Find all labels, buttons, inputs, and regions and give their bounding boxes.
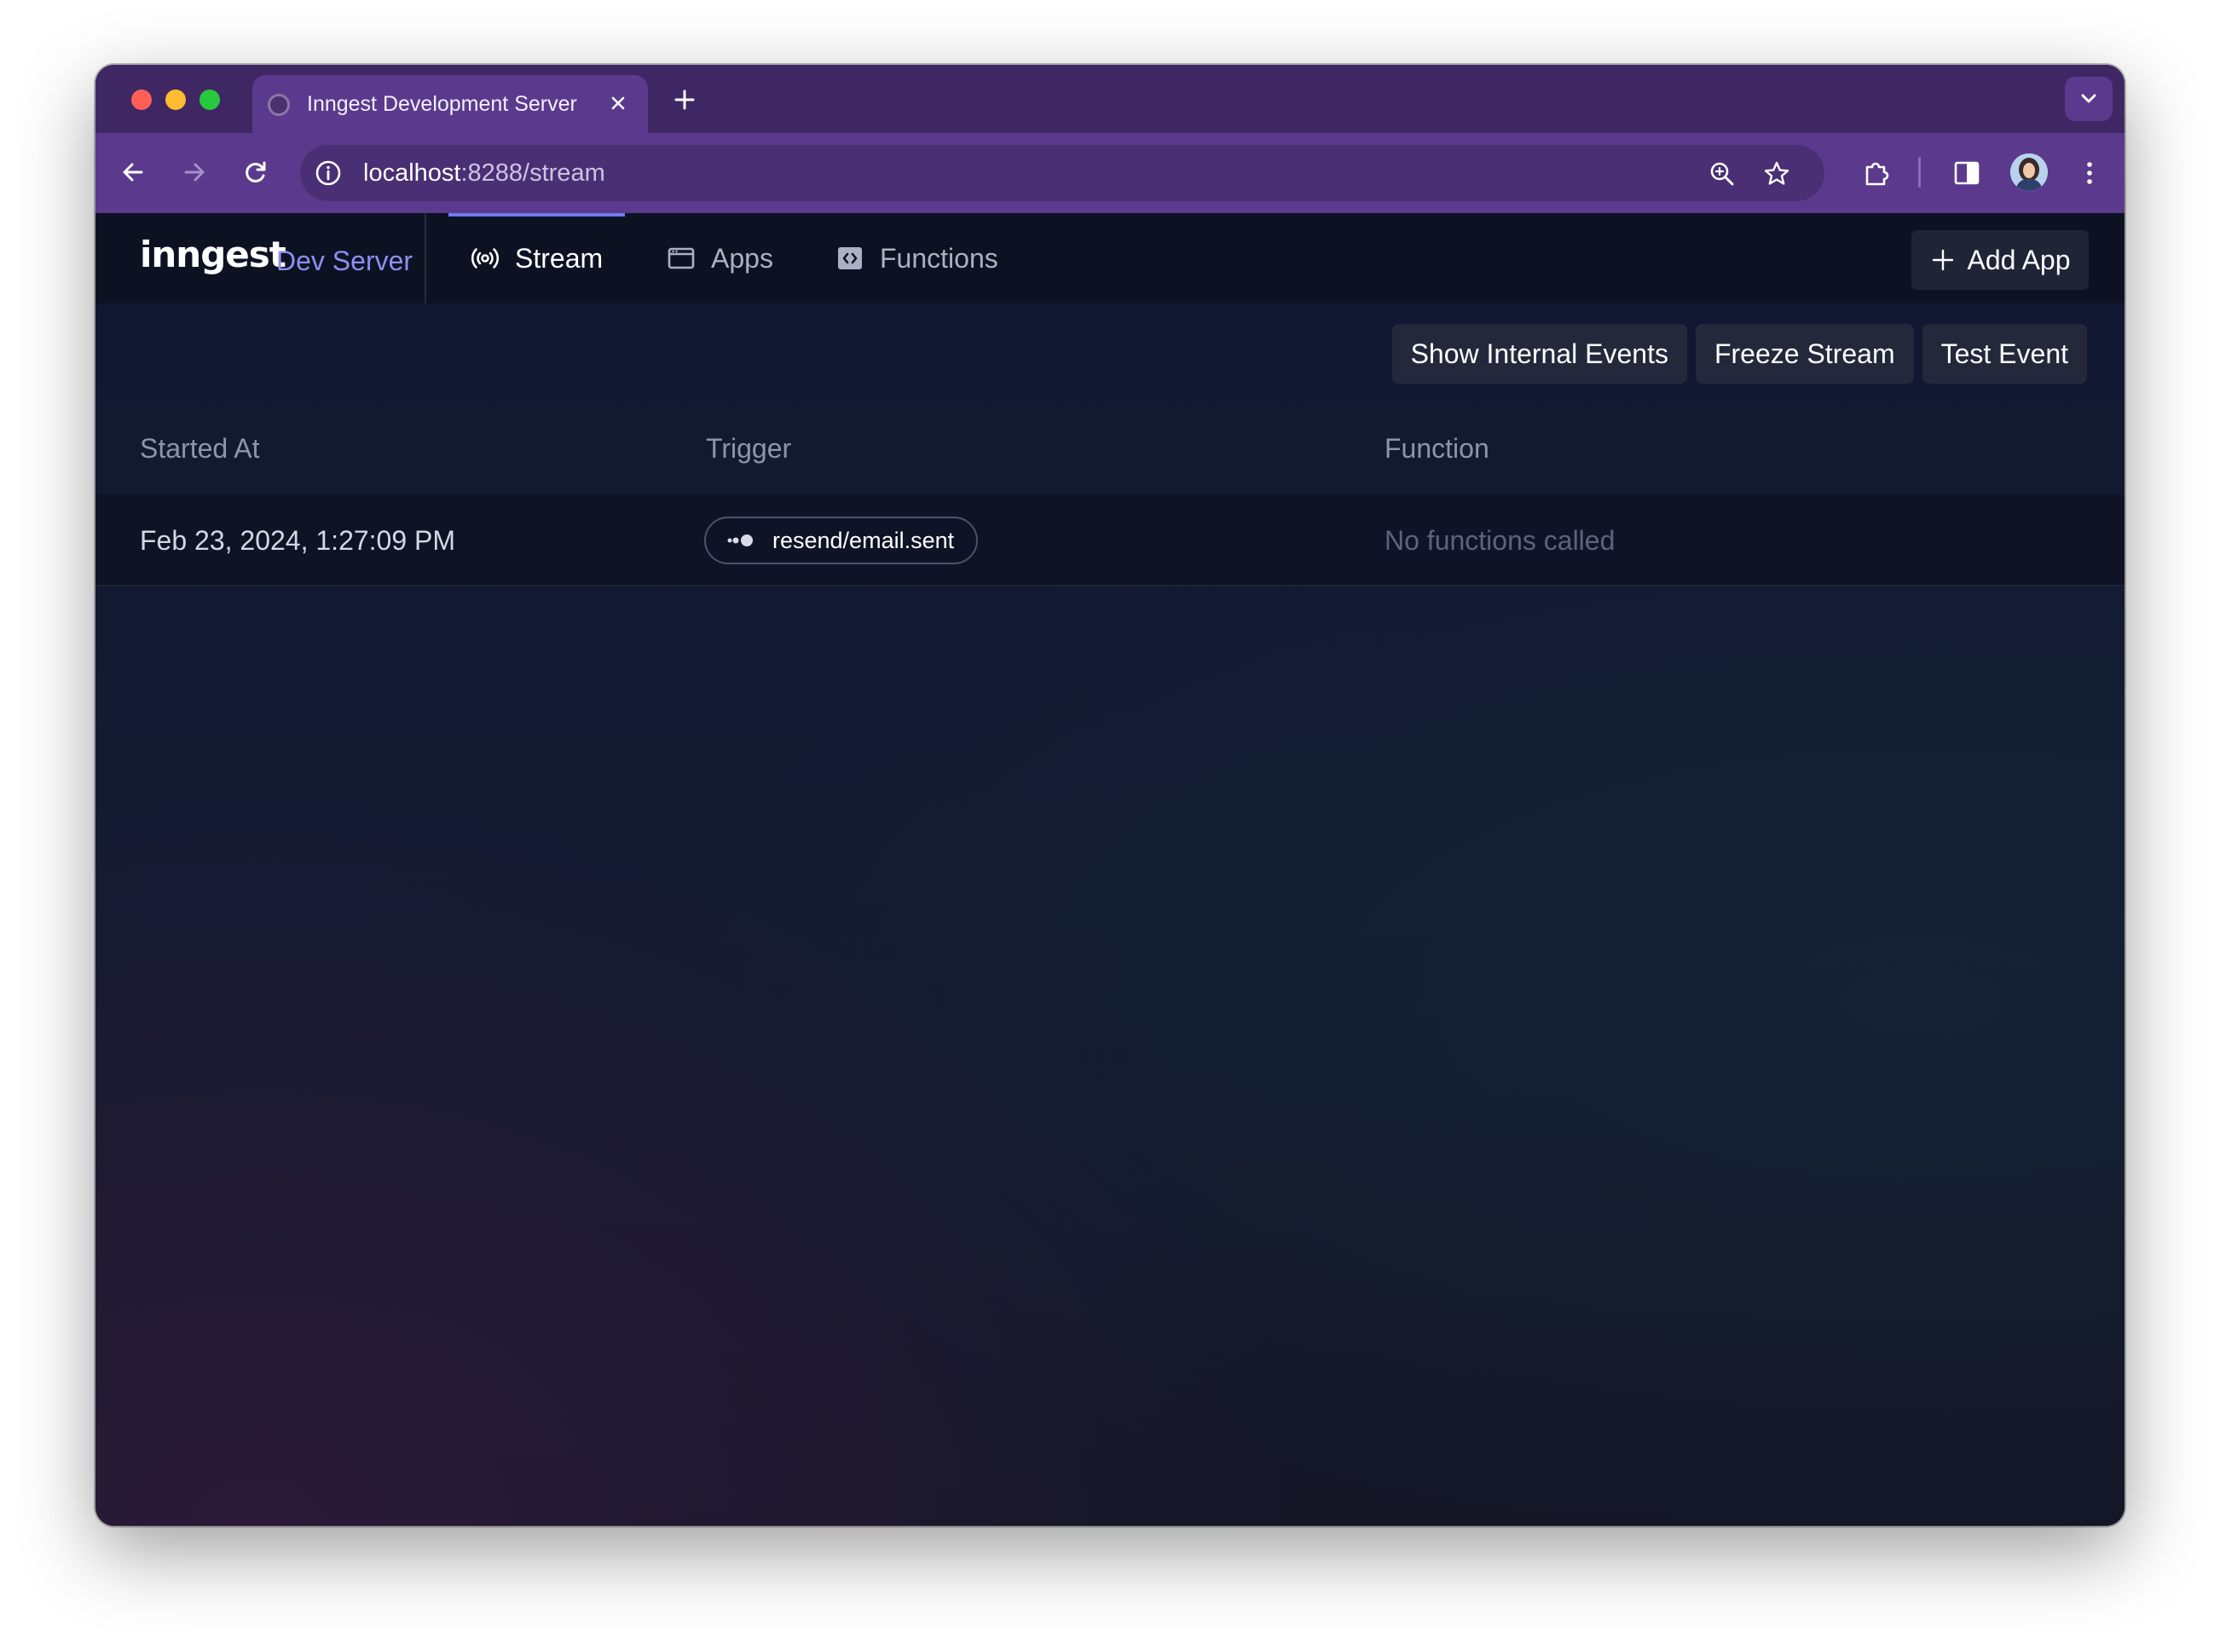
dev-server-label: Dev Server [276, 245, 413, 276]
address-bar[interactable]: localhost:8288/stream [300, 145, 1824, 201]
site-info-icon[interactable] [314, 159, 343, 188]
back-arrow-icon[interactable] [116, 155, 150, 189]
tab-title: Inngest Development Server [307, 92, 577, 116]
maximize-window-button[interactable] [199, 90, 220, 110]
browser-window: Inngest Development Server localhost:828… [95, 65, 2125, 1526]
nav-tab-label: Functions [880, 242, 998, 274]
trigger-event-name: resend/email.sent [772, 527, 955, 553]
inngest-logo[interactable]: inngest [140, 234, 286, 275]
browser-tab[interactable]: Inngest Development Server [252, 75, 648, 133]
new-tab-icon[interactable] [670, 85, 699, 114]
table-header: Started At Trigger Function [95, 404, 2125, 494]
header-divider [425, 213, 426, 303]
column-header-function: Function [1385, 433, 1489, 464]
app-header: inngest Dev Server Stream Apps Functions… [95, 213, 2125, 303]
add-app-label: Add App [1967, 244, 2071, 275]
app-window-icon [668, 247, 695, 269]
nav-tab-label: Apps [711, 242, 773, 274]
profile-avatar[interactable] [2010, 153, 2048, 191]
toolbar-divider [1918, 157, 1921, 188]
avatar-image [2010, 153, 2048, 191]
more-vertical-icon[interactable] [2073, 157, 2106, 189]
close-window-button[interactable] [131, 90, 152, 110]
chevron-down-icon [2081, 94, 2096, 103]
reload-icon[interactable] [239, 155, 273, 189]
event-icon [727, 534, 753, 546]
column-header-started-at: Started At [140, 433, 260, 464]
zoom-icon[interactable] [1707, 159, 1737, 189]
nav-tab-functions[interactable]: Functions [834, 213, 998, 303]
globe-icon [268, 94, 290, 116]
freeze-stream-button[interactable]: Freeze Stream [1695, 324, 1914, 384]
tab-search-button[interactable] [2065, 77, 2113, 121]
nav-tab-stream[interactable]: Stream [448, 213, 626, 303]
extensions-icon[interactable] [1860, 157, 1893, 189]
started-at-cell: Feb 23, 2024, 1:27:09 PM [140, 525, 456, 556]
tab-strip: Inngest Development Server [95, 65, 2125, 133]
code-icon [838, 247, 862, 269]
show-internal-events-button[interactable]: Show Internal Events [1391, 324, 1687, 384]
bookmark-star-icon[interactable] [1761, 159, 1792, 189]
forward-arrow-icon[interactable] [177, 155, 211, 189]
stream-actions: Show Internal Events Freeze Stream Test … [1391, 324, 2087, 384]
column-header-trigger: Trigger [706, 433, 792, 464]
function-cell: No functions called [1385, 525, 1616, 556]
browser-toolbar: localhost:8288/stream [95, 133, 2125, 213]
nav-tab-label: Stream [515, 242, 604, 274]
broadcast-icon [471, 248, 500, 269]
url-text[interactable]: localhost:8288/stream [363, 159, 605, 188]
test-event-button[interactable]: Test Event [1922, 324, 2087, 384]
minimize-window-button[interactable] [165, 90, 186, 110]
plus-icon [1932, 249, 1953, 271]
nav-tab-apps[interactable]: Apps [665, 213, 773, 303]
stream-table: Started At Trigger Function Feb 23, 2024… [95, 404, 2125, 586]
trigger-pill[interactable]: resend/email.sent [704, 517, 979, 564]
app-content: inngest Dev Server Stream Apps Functions… [95, 213, 2125, 1526]
add-app-button[interactable]: Add App [1911, 230, 2089, 290]
close-icon[interactable] [605, 90, 631, 116]
side-panel-icon[interactable] [1951, 157, 1983, 189]
table-row[interactable]: Feb 23, 2024, 1:27:09 PM resend/email.se… [95, 494, 2125, 586]
